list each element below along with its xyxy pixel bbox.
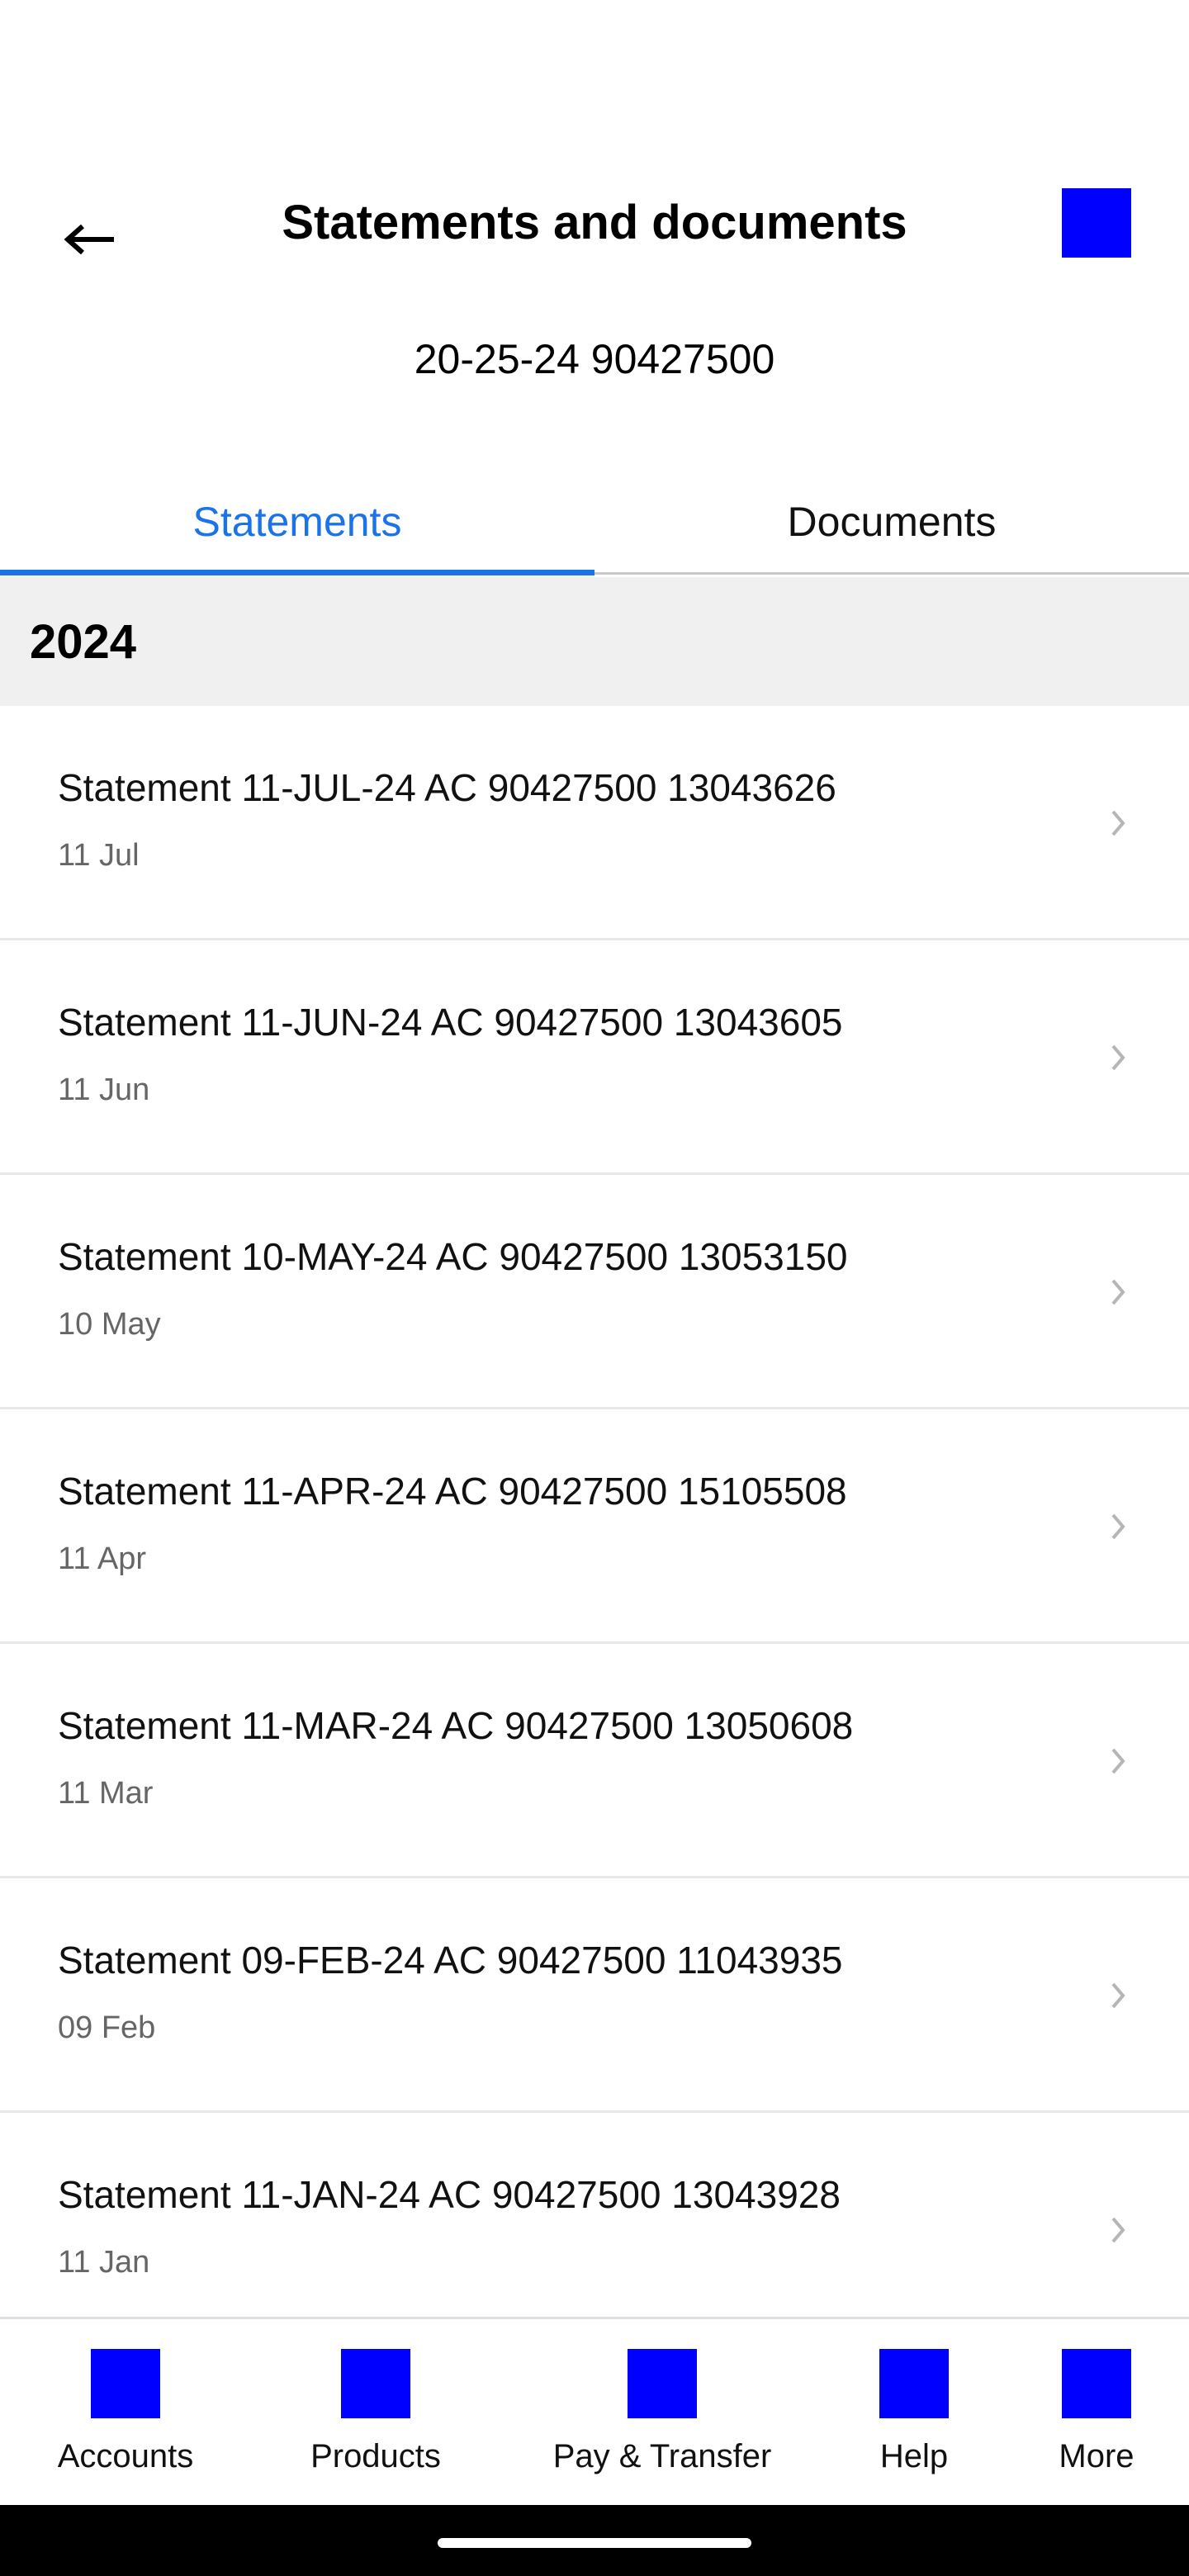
statement-item[interactable]: Statement 09-FEB-24 AC 90427500 11043935… bbox=[0, 1878, 1189, 2113]
statement-item[interactable]: Statement 11-JUL-24 AC 90427500 13043626… bbox=[0, 706, 1189, 940]
more-icon bbox=[1062, 2349, 1131, 2418]
statement-date: 11 Jun bbox=[58, 1073, 150, 1107]
statement-item[interactable]: Statement 11-MAR-24 AC 90427500 13050608… bbox=[0, 1644, 1189, 1878]
nav-more[interactable]: More bbox=[1014, 2319, 1179, 2507]
nav-label: More bbox=[1059, 2438, 1135, 2474]
year-section-header: 2024 bbox=[0, 577, 1189, 706]
statement-title: Statement 11-JAN-24 AC 90427500 13043928 bbox=[58, 2173, 841, 2216]
nav-accounts[interactable]: Accounts bbox=[43, 2319, 208, 2507]
nav-label: Pay & Transfer bbox=[552, 2438, 772, 2474]
chevron-right-icon bbox=[1111, 1748, 1125, 1774]
system-navigation-bar bbox=[0, 2505, 1189, 2576]
nav-products[interactable]: Products bbox=[293, 2319, 458, 2507]
chevron-right-icon bbox=[1111, 810, 1125, 836]
statement-title: Statement 11-JUN-24 AC 90427500 13043605 bbox=[58, 1001, 843, 1044]
page-title: Statements and documents bbox=[282, 196, 907, 249]
statement-date: 11 Jan bbox=[58, 2245, 150, 2280]
nav-help[interactable]: Help bbox=[831, 2319, 997, 2507]
statement-date: 10 May bbox=[58, 1307, 161, 1342]
help-icon bbox=[879, 2349, 949, 2418]
pay-transfer-icon bbox=[628, 2349, 697, 2418]
accounts-icon bbox=[91, 2349, 160, 2418]
chevron-right-icon bbox=[1111, 1513, 1125, 1540]
statement-date: 11 Mar bbox=[58, 1776, 154, 1811]
chevron-right-icon bbox=[1111, 1044, 1125, 1071]
statement-list: Statement 11-JUL-24 AC 90427500 13043626… bbox=[0, 706, 1189, 2347]
header-action-icon[interactable] bbox=[1062, 188, 1131, 258]
statement-title: Statement 11-JUL-24 AC 90427500 13043626 bbox=[58, 766, 836, 809]
statement-date: 11 Jul bbox=[58, 838, 140, 873]
statement-date: 11 Apr bbox=[58, 1541, 147, 1576]
chevron-right-icon bbox=[1111, 1279, 1125, 1305]
nav-label: Help bbox=[879, 2438, 949, 2474]
top-app-bar: Statements and documents bbox=[0, 149, 1189, 297]
home-indicator[interactable] bbox=[438, 2538, 751, 2548]
arrow-left-icon bbox=[64, 224, 114, 255]
statement-item[interactable]: Statement 11-APR-24 AC 90427500 15105508… bbox=[0, 1409, 1189, 1644]
app-screen: Statements and documents 20-25-24 904275… bbox=[0, 0, 1189, 2576]
statement-title: Statement 11-MAR-24 AC 90427500 13050608 bbox=[58, 1704, 854, 1747]
nav-label: Products bbox=[310, 2438, 441, 2474]
statement-date: 09 Feb bbox=[58, 2010, 156, 2045]
tab-statements[interactable]: Statements bbox=[0, 471, 594, 575]
statement-item[interactable]: Statement 10-MAY-24 AC 90427500 13053150… bbox=[0, 1175, 1189, 1409]
chevron-right-icon bbox=[1111, 1982, 1125, 2009]
chevron-right-icon bbox=[1111, 2217, 1125, 2243]
products-icon bbox=[341, 2349, 410, 2418]
tab-bar: Statements Documents bbox=[0, 471, 1189, 575]
statement-title: Statement 10-MAY-24 AC 90427500 13053150 bbox=[58, 1235, 848, 1278]
nav-label: Accounts bbox=[57, 2438, 194, 2474]
statement-item[interactable]: Statement 11-JAN-24 AC 90427500 13043928… bbox=[0, 2113, 1189, 2347]
back-button[interactable] bbox=[50, 198, 132, 281]
tab-documents[interactable]: Documents bbox=[594, 471, 1189, 572]
account-number: 20-25-24 90427500 bbox=[414, 336, 775, 382]
statement-item[interactable]: Statement 11-JUN-24 AC 90427500 13043605… bbox=[0, 940, 1189, 1175]
statement-title: Statement 09-FEB-24 AC 90427500 11043935 bbox=[58, 1939, 843, 1982]
bottom-navigation: Accounts Products Pay & Transfer Help Mo… bbox=[0, 2317, 1189, 2505]
nav-pay-transfer[interactable]: Pay & Transfer bbox=[538, 2319, 786, 2507]
statement-title: Statement 11-APR-24 AC 90427500 15105508 bbox=[58, 1470, 847, 1513]
